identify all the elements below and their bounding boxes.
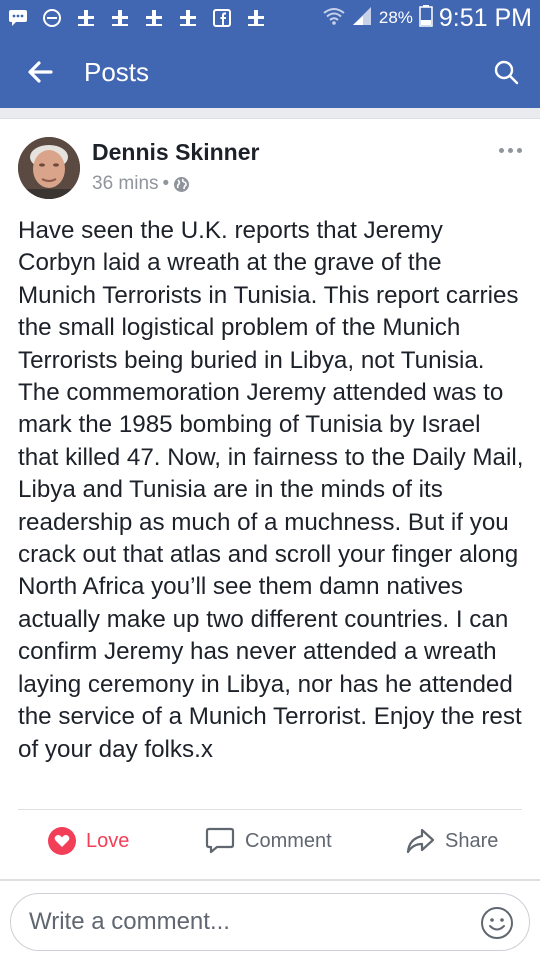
bridge-icon xyxy=(246,8,266,28)
heart-icon xyxy=(48,827,76,855)
bridge-icon xyxy=(178,8,198,28)
dot-icon xyxy=(498,147,504,153)
share-button[interactable]: Share xyxy=(405,827,498,855)
bridge-icon xyxy=(110,8,130,28)
love-label: Love xyxy=(86,829,130,852)
status-right: 28% 9:51 PM xyxy=(323,4,532,33)
app-header: Posts xyxy=(0,36,540,108)
emoji-icon[interactable] xyxy=(480,906,514,940)
back-arrow-icon xyxy=(28,61,53,83)
search-icon xyxy=(494,60,519,85)
search-button[interactable] xyxy=(490,56,522,88)
love-button[interactable]: Love xyxy=(48,827,129,855)
dot-icon xyxy=(507,147,513,153)
dot-icon xyxy=(516,147,522,153)
facebook-icon xyxy=(212,8,232,28)
share-icon xyxy=(406,828,435,854)
clock: 9:51 PM xyxy=(438,3,532,32)
back-button[interactable] xyxy=(10,36,70,108)
post-actions: Love Comment Share xyxy=(0,811,540,871)
comment-bar xyxy=(0,880,540,960)
battery-icon xyxy=(419,4,433,32)
minus-circle-icon xyxy=(42,8,62,28)
wifi-icon xyxy=(323,7,345,30)
comment-icon xyxy=(205,827,235,854)
notification-icons xyxy=(8,8,266,28)
share-label: Share xyxy=(445,829,499,852)
globe-icon xyxy=(174,176,190,192)
avatar[interactable] xyxy=(18,137,80,199)
comment-button[interactable]: Comment xyxy=(205,827,332,855)
comment-input[interactable] xyxy=(10,893,530,951)
post-meta: 36 mins • xyxy=(92,173,190,195)
more-options-button[interactable] xyxy=(496,143,524,157)
post-time[interactable]: 36 mins xyxy=(92,173,159,195)
divider xyxy=(18,809,522,810)
page-title: Posts xyxy=(84,56,150,87)
post-body: Have seen the U.K. reports that Jeremy C… xyxy=(18,217,524,763)
post-card: Dennis Skinner 36 mins • Have seen the U… xyxy=(0,118,540,880)
message-icon xyxy=(8,8,28,28)
comment-label: Comment xyxy=(245,829,332,852)
post-author[interactable]: Dennis Skinner xyxy=(92,139,259,166)
meta-separator: • xyxy=(162,173,170,194)
bridge-icon xyxy=(144,8,164,28)
status-bar: 28% 9:51 PM xyxy=(0,0,540,36)
bridge-icon xyxy=(76,8,96,28)
signal-icon xyxy=(351,6,373,31)
battery-percent: 28% xyxy=(378,8,413,27)
